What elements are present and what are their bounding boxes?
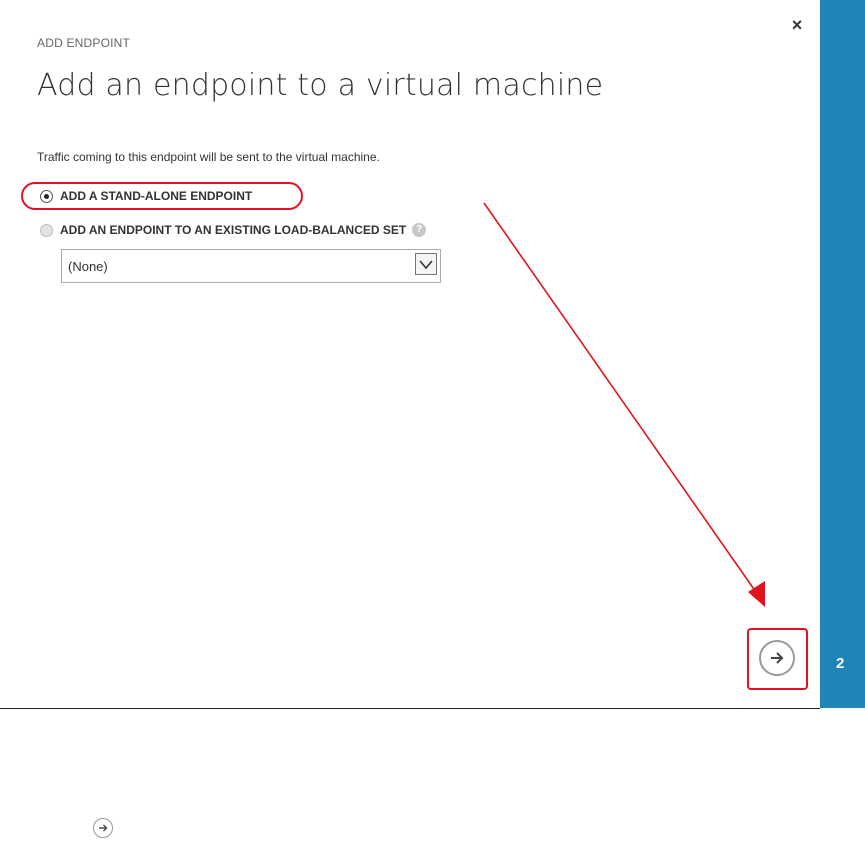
arrow-right-icon xyxy=(771,652,784,664)
load-balanced-set-select[interactable]: (None) xyxy=(61,249,441,283)
wizard-step-sidebar xyxy=(820,0,865,708)
radio-unselected-icon[interactable] xyxy=(40,223,53,237)
radio-standalone-endpoint[interactable]: ADD A STAND-ALONE ENDPOINT xyxy=(40,189,252,203)
add-endpoint-dialog: ADD ENDPOINT Add an endpoint to a virtua… xyxy=(0,0,820,709)
radio-selected-icon[interactable] xyxy=(40,189,53,203)
chevron-down-icon[interactable] xyxy=(415,253,437,275)
select-value: (None) xyxy=(68,259,108,274)
radio-load-balanced-endpoint[interactable]: ADD AN ENDPOINT TO AN EXISTING LOAD-BALA… xyxy=(40,223,427,237)
radio-standalone-label: ADD A STAND-ALONE ENDPOINT xyxy=(60,189,253,203)
dialog-subtitle: ADD ENDPOINT xyxy=(37,36,131,50)
radio-load-balanced-label: ADD AN ENDPOINT TO AN EXISTING LOAD-BALA… xyxy=(60,223,407,237)
dialog-description: Traffic coming to this endpoint will be … xyxy=(37,150,380,164)
step-number: 2 xyxy=(836,655,845,672)
next-button[interactable] xyxy=(759,640,795,676)
help-icon[interactable]: ? xyxy=(412,223,427,237)
footer-next-icon[interactable] xyxy=(93,818,113,838)
close-icon[interactable]: × xyxy=(787,14,807,36)
dialog-title: Add an endpoint to a virtual machine xyxy=(37,68,604,103)
